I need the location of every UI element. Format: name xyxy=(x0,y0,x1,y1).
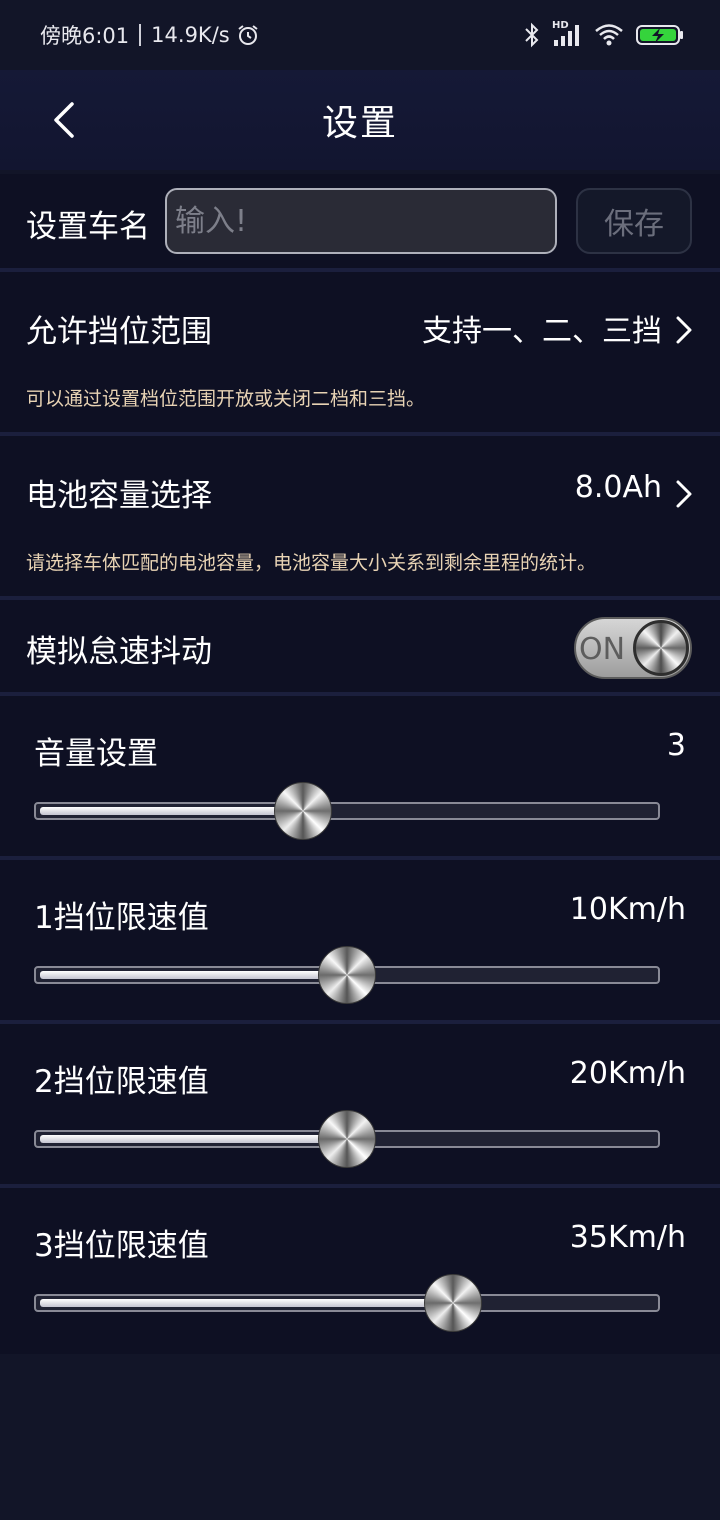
status-right: HD xyxy=(524,20,684,48)
gear-range-value: 支持一、二、三挡 xyxy=(422,314,662,349)
wifi-icon xyxy=(595,24,623,46)
slider-fill xyxy=(40,807,302,815)
idle-shake-label: 模拟怠速抖动 xyxy=(26,634,212,670)
battery-capacity-row[interactable]: 电池容量选择 8.0Ah 请选择车体匹配的电池容量，电池容量大小关系到剩余里程的… xyxy=(0,436,720,596)
status-left: 傍晚6:01 14.9K/s xyxy=(40,20,260,50)
toggle-state-text: ON xyxy=(579,632,626,667)
idle-shake-row: 模拟怠速抖动 ON xyxy=(0,600,720,692)
empty-area xyxy=(0,1354,720,1520)
slider-label: 3挡位限速值 xyxy=(34,1228,209,1264)
gear3-speed-slider-row: 3挡位限速值 35Km/h xyxy=(0,1188,720,1354)
volume-slider-row: 音量设置 3 xyxy=(0,696,720,856)
battery-capacity-value: 8.0Ah xyxy=(574,470,662,505)
status-separator xyxy=(139,24,142,46)
slider-fill xyxy=(40,1135,345,1143)
car-name-label: 设置车名 xyxy=(26,209,150,245)
app-header: 设置 xyxy=(0,70,720,170)
status-time: 傍晚6:01 xyxy=(40,24,130,48)
slider-label: 音量设置 xyxy=(34,736,158,772)
slider-fill xyxy=(40,971,345,979)
slider-value: 35Km/h xyxy=(569,1220,686,1255)
gear-range-row[interactable]: 允许挡位范围 支持一、二、三挡 可以通过设置档位范围开放或关闭二档和三挡。 xyxy=(0,272,720,432)
battery-capacity-label: 电池容量选择 xyxy=(26,478,212,514)
gear-range-description: 可以通过设置档位范围开放或关闭二档和三挡。 xyxy=(26,388,426,410)
slider-track[interactable] xyxy=(34,1294,660,1312)
gear1-speed-slider-row: 1挡位限速值 10Km/h xyxy=(0,860,720,1020)
gear2-speed-slider-row: 2挡位限速值 20Km/h xyxy=(0,1024,720,1184)
car-name-input[interactable] xyxy=(165,188,557,254)
save-button[interactable]: 保存 xyxy=(576,188,692,254)
chevron-right-icon xyxy=(676,480,692,508)
car-name-row: 设置车名 保存 xyxy=(0,174,720,268)
status-net-speed: 14.9K/s xyxy=(151,23,230,47)
bluetooth-icon xyxy=(525,22,539,48)
slider-label: 1挡位限速值 xyxy=(34,900,209,936)
slider-value: 3 xyxy=(666,728,686,763)
slider-label: 2挡位限速值 xyxy=(34,1064,209,1100)
page-title: 设置 xyxy=(321,103,398,144)
alarm-icon xyxy=(238,25,258,45)
back-arrow-icon[interactable] xyxy=(44,96,84,144)
signal-icon: HD xyxy=(552,20,582,48)
battery-capacity-description: 请选择车体匹配的电池容量，电池容量大小关系到剩余里程的统计。 xyxy=(26,552,597,574)
idle-shake-toggle[interactable]: ON xyxy=(574,617,692,679)
slider-track[interactable] xyxy=(34,802,660,820)
slider-thumb[interactable] xyxy=(274,782,333,840)
status-bar: 傍晚6:01 14.9K/s HD xyxy=(0,0,720,70)
slider-thumb[interactable] xyxy=(424,1274,483,1332)
battery-charging-icon xyxy=(636,25,683,45)
chevron-right-icon xyxy=(676,316,692,344)
slider-thumb[interactable] xyxy=(318,946,376,1004)
slider-fill xyxy=(40,1299,452,1307)
slider-value: 20Km/h xyxy=(569,1056,686,1091)
gear-range-label: 允许挡位范围 xyxy=(26,314,212,350)
toggle-knob xyxy=(633,620,689,676)
slider-value: 10Km/h xyxy=(569,892,686,927)
slider-thumb[interactable] xyxy=(318,1110,376,1168)
